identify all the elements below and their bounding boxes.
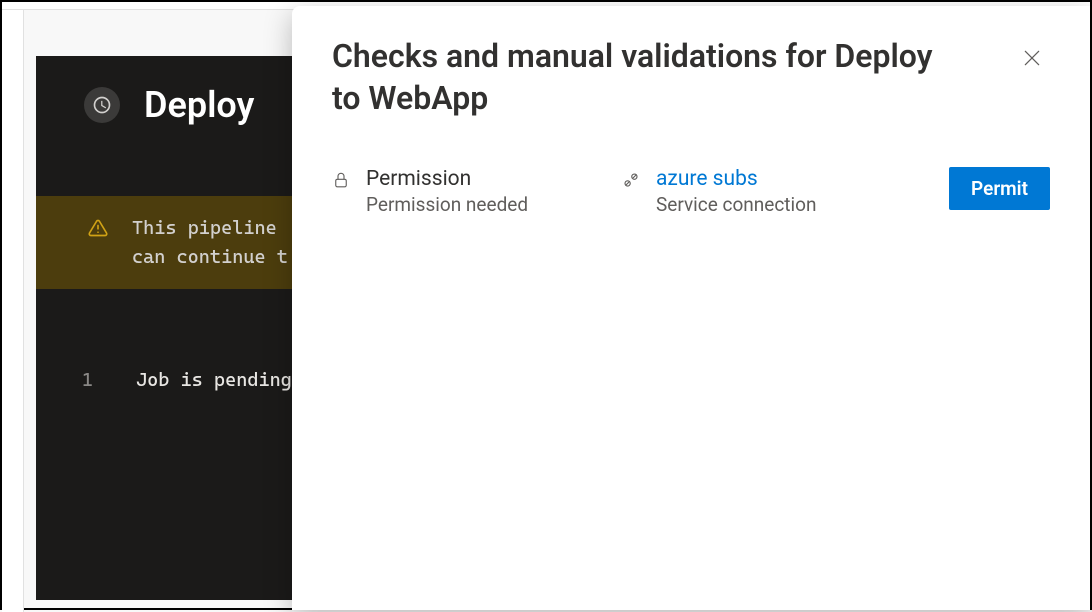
dialog-header: Checks and manual validations for Deploy… bbox=[332, 36, 1050, 119]
close-button[interactable] bbox=[1014, 40, 1050, 79]
permission-title: Permission bbox=[366, 167, 528, 191]
plug-icon bbox=[622, 171, 640, 193]
close-icon bbox=[1022, 56, 1042, 71]
action-column: Permit bbox=[949, 167, 1050, 210]
permission-info: Permission Permission needed bbox=[366, 167, 528, 216]
permission-column: Permission Permission needed bbox=[332, 167, 622, 216]
resource-info: azure subs Service connection bbox=[656, 167, 816, 216]
permission-subtitle: Permission needed bbox=[366, 193, 528, 216]
clock-icon bbox=[84, 87, 120, 123]
left-sidebar bbox=[2, 10, 24, 612]
resource-link[interactable]: azure subs bbox=[656, 167, 816, 191]
log-text: Job is pending bbox=[136, 369, 292, 391]
check-row: Permission Permission needed azure subs … bbox=[332, 167, 1050, 216]
warning-icon bbox=[88, 218, 108, 242]
checks-dialog: Checks and manual validations for Deploy… bbox=[292, 6, 1090, 610]
lock-icon bbox=[332, 171, 350, 193]
job-title: Deploy bbox=[144, 84, 254, 126]
permit-button[interactable]: Permit bbox=[949, 167, 1050, 210]
resource-type: Service connection bbox=[656, 193, 816, 216]
warning-message: This pipeline can continue t bbox=[132, 214, 288, 271]
log-line-number: 1 bbox=[82, 369, 136, 391]
resource-column: azure subs Service connection bbox=[622, 167, 892, 216]
dialog-title: Checks and manual validations for Deploy… bbox=[332, 36, 952, 119]
